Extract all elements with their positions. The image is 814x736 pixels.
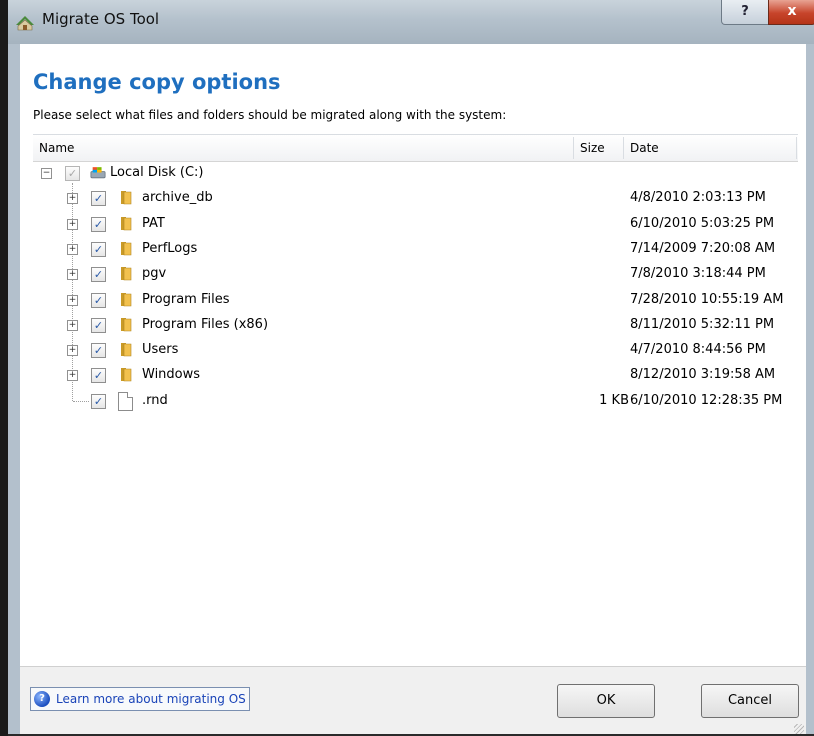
folder-icon <box>121 267 132 281</box>
tree-row-file[interactable]: ✓ .rnd 1 KB 6/10/2010 12:28:35 PM <box>33 390 798 415</box>
tree-row-folder[interactable]: + ✓ PerfLogs 7/14/2009 7:20:08 AM <box>33 238 798 263</box>
item-checkbox[interactable]: ✓ <box>91 393 106 409</box>
tree-item-label: Program Files <box>142 291 230 307</box>
tree-item-label: PAT <box>142 215 165 231</box>
tree-item-date: 4/8/2010 2:03:13 PM <box>630 190 766 206</box>
drive-icon <box>90 167 106 179</box>
folder-icon <box>121 241 132 256</box>
expand-toggle-icon[interactable]: + <box>67 193 78 205</box>
tree-item-date: 7/8/2010 3:18:44 PM <box>630 266 766 282</box>
column-header-size[interactable]: Size <box>580 135 605 161</box>
help-info-icon: ? <box>34 691 50 707</box>
folder-icon <box>121 317 132 332</box>
migrate-os-window: Migrate OS Tool ? x Change copy options … <box>0 0 814 736</box>
tree-item-size: 1 KB <box>599 392 629 408</box>
tree-row-folder[interactable]: + ✓ PAT 6/10/2010 5:03:25 PM <box>33 213 798 238</box>
learn-more-text[interactable]: Learn more about migrating OS <box>56 692 246 706</box>
column-separator[interactable] <box>796 137 797 159</box>
tree-item-date: 7/14/2009 7:20:08 AM <box>630 240 776 256</box>
column-separator[interactable] <box>623 137 624 159</box>
item-checkbox[interactable]: ✓ <box>91 292 106 308</box>
expand-toggle-icon[interactable]: + <box>67 294 78 306</box>
tree-row-root[interactable]: − ✓ Local Disk (C:) <box>33 162 798 187</box>
close-button[interactable]: x <box>768 0 814 25</box>
item-checkbox[interactable]: ✓ <box>91 343 106 359</box>
title-bar[interactable]: Migrate OS Tool ? x <box>8 0 814 45</box>
window-frame-left <box>8 44 20 736</box>
folder-icon <box>121 216 132 230</box>
tree-line <box>73 400 89 402</box>
tree-item-label: Program Files (x86) <box>142 316 269 332</box>
collapse-toggle-icon[interactable]: − <box>41 168 52 179</box>
tree-item-label: .rnd <box>142 392 168 408</box>
tree-item-label: Users <box>142 342 179 358</box>
tree-item-date: 6/10/2010 5:03:25 PM <box>630 215 775 231</box>
dialog-content: Change copy options Please select what f… <box>20 44 806 736</box>
folder-icon <box>121 343 132 357</box>
tree-item-date: 6/10/2010 12:28:35 PM <box>630 392 783 408</box>
resize-grip[interactable] <box>794 724 804 734</box>
item-checkbox[interactable]: ✓ <box>91 317 106 333</box>
tree-item-date: 4/7/2010 8:44:56 PM <box>630 342 766 358</box>
tree-row-folder[interactable]: + ✓ Program Files (x86) 8/11/2010 5:32:11 P… <box>33 314 798 339</box>
file-icon <box>118 391 133 411</box>
folder-icon <box>121 191 132 205</box>
tree-item-date: 8/12/2010 3:19:58 AM <box>630 367 776 383</box>
expand-toggle-icon[interactable]: + <box>67 345 78 357</box>
page-title: Change copy options <box>33 70 281 94</box>
expand-toggle-icon[interactable]: + <box>67 319 78 331</box>
column-header-date[interactable]: Date <box>630 135 659 161</box>
tree-item-date: 7/28/2010 10:55:19 AM <box>630 291 784 307</box>
list-header: Name Size Date <box>33 134 798 162</box>
tree-row-folder[interactable]: + ✓ Windows 8/12/2010 3:19:58 AM <box>33 364 798 389</box>
expand-toggle-icon[interactable]: + <box>67 370 78 382</box>
tree-row-folder[interactable]: + ✓ Users 4/7/2010 8:44:56 PM <box>33 339 798 364</box>
migrate-app-icon <box>16 16 34 31</box>
window-frame-right <box>806 44 814 736</box>
expand-toggle-icon[interactable]: + <box>67 218 78 230</box>
item-checkbox[interactable]: ✓ <box>91 216 106 232</box>
expand-toggle-icon[interactable]: + <box>67 269 78 281</box>
tree-item-label: PerfLogs <box>142 240 198 256</box>
root-checkbox[interactable]: ✓ <box>65 166 80 181</box>
expand-toggle-icon[interactable]: + <box>67 243 78 255</box>
ok-button[interactable]: OK <box>557 684 655 718</box>
folder-icon <box>121 368 132 382</box>
item-checkbox[interactable]: ✓ <box>91 241 106 257</box>
page-subtitle: Please select what files and folders sho… <box>33 108 507 122</box>
tree-row-folder[interactable]: + ✓ Program Files 7/28/2010 10:55:19 AM <box>33 289 798 314</box>
dialog-footer: ? Learn more about migrating OS OK Cance… <box>20 667 806 736</box>
tree-item-label: archive_db <box>142 190 213 206</box>
tree-item-label: pgv <box>142 266 167 282</box>
tree-item-date: 8/11/2010 5:32:11 PM <box>630 316 775 332</box>
learn-more-link[interactable]: ? Learn more about migrating OS <box>30 687 250 711</box>
tree-row-folder[interactable]: + ✓ pgv 7/8/2010 3:18:44 PM <box>33 263 798 288</box>
tree-item-label: Local Disk (C:) <box>110 165 204 180</box>
column-separator[interactable] <box>573 137 574 159</box>
window-title: Migrate OS Tool <box>42 10 160 28</box>
folder-icon <box>121 292 132 306</box>
tree-item-label: Windows <box>142 367 201 383</box>
column-header-name[interactable]: Name <box>39 135 74 161</box>
item-checkbox[interactable]: ✓ <box>91 191 106 207</box>
item-checkbox[interactable]: ✓ <box>91 267 106 283</box>
tree-row-folder[interactable]: + ✓ archive_db 4/8/2010 2:03:13 PM <box>33 187 798 212</box>
help-button[interactable]: ? <box>721 0 769 25</box>
cancel-button[interactable]: Cancel <box>701 684 799 718</box>
item-checkbox[interactable]: ✓ <box>91 368 106 384</box>
